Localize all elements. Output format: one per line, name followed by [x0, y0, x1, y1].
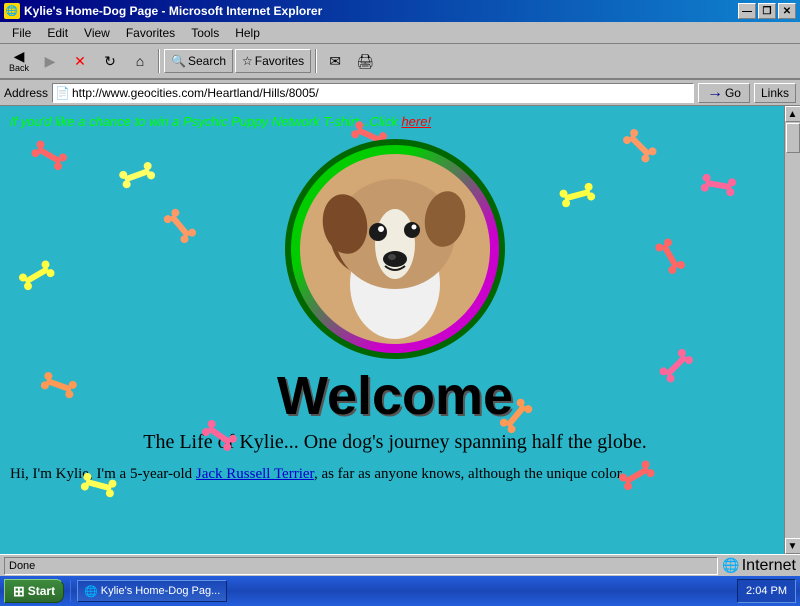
forward-icon: ▶: [45, 54, 56, 68]
title-bar: 🌐 Kylie's Home-Dog Page - Microsoft Inte…: [0, 0, 800, 22]
home-icon: ⌂: [136, 54, 144, 68]
address-input-wrap: 📄: [52, 83, 694, 103]
menu-edit[interactable]: Edit: [39, 24, 76, 42]
address-bar: Address 📄 → Go Links: [0, 80, 800, 106]
close-button[interactable]: ✕: [778, 3, 796, 19]
print-button[interactable]: 🖨: [351, 46, 379, 76]
taskbar-window-label: Kylie's Home-Dog Pag...: [101, 585, 220, 597]
menu-view[interactable]: View: [76, 24, 118, 42]
system-tray: 2:04 PM: [737, 579, 796, 603]
scroll-down-button[interactable]: ▼: [785, 538, 800, 554]
browser-content: ▲ ▼ If you'd like a chance to win a Psyc…: [0, 106, 800, 554]
top-banner: If you'd like a chance to win a Psychic …: [10, 114, 780, 129]
status-done: Done: [9, 560, 35, 572]
menu-help[interactable]: Help: [227, 24, 268, 42]
back-button[interactable]: ◀ Back: [4, 46, 34, 76]
menu-favorites[interactable]: Favorites: [118, 24, 183, 42]
stop-button[interactable]: ✕: [66, 46, 94, 76]
app-icon: 🌐: [4, 3, 20, 19]
menu-tools[interactable]: Tools: [183, 24, 227, 42]
windows-icon: ⊞: [13, 583, 25, 600]
search-icon: 🔍: [171, 54, 186, 68]
restore-button[interactable]: ❐: [758, 3, 776, 19]
dog-image: [300, 154, 490, 344]
status-text: Done: [4, 557, 718, 575]
go-arrow-icon: →: [707, 84, 723, 102]
toolbar: ◀ Back ▶ ✕ ↻ ⌂ 🔍 Search ☆ Favorites ✉ 🖨: [0, 44, 800, 80]
banner-link[interactable]: here!: [401, 114, 431, 129]
scroll-track[interactable]: [785, 122, 800, 538]
welcome-heading: Welcome: [10, 365, 780, 427]
search-label: Search: [188, 54, 226, 68]
zone-label: Internet: [742, 557, 796, 575]
refresh-icon: ↻: [104, 54, 116, 68]
sep-1: [158, 49, 160, 73]
stop-icon: ✕: [74, 54, 86, 68]
body-start: Hi, I'm Kylie, I'm a 5-year-old: [10, 466, 196, 482]
print-icon: 🖨: [356, 54, 374, 68]
home-button[interactable]: ⌂: [126, 46, 154, 76]
clock: 2:04 PM: [746, 585, 787, 597]
taskbar: ⊞ Start 🌐 Kylie's Home-Dog Pag... 2:04 P…: [0, 576, 800, 606]
search-button[interactable]: 🔍 Search: [164, 49, 233, 73]
page-icon: 📄: [55, 86, 70, 100]
go-button[interactable]: → Go: [698, 83, 750, 103]
internet-icon: 🌐: [722, 557, 739, 574]
mail-icon: ✉: [329, 54, 341, 68]
mail-button[interactable]: ✉: [321, 46, 349, 76]
taskbar-window-item[interactable]: 🌐 Kylie's Home-Dog Pag...: [77, 580, 227, 602]
address-input[interactable]: [72, 86, 691, 100]
sep-2: [315, 49, 317, 73]
dog-image-container: [10, 139, 780, 359]
taskbar-window-icon: 🌐: [84, 585, 98, 598]
menu-file[interactable]: File: [4, 24, 39, 42]
favorites-button[interactable]: ☆ Favorites: [235, 49, 311, 73]
window-title: Kylie's Home-Dog Page - Microsoft Intern…: [24, 4, 322, 18]
banner-text: If you'd like a chance to win a Psychic …: [10, 114, 401, 129]
taskbar-separator: [70, 580, 71, 602]
star-icon: ☆: [242, 54, 253, 68]
dog-circle: [285, 139, 505, 359]
menu-bar: File Edit View Favorites Tools Help: [0, 22, 800, 44]
address-label: Address: [4, 86, 48, 100]
page-content: If you'd like a chance to win a Psychic …: [0, 106, 800, 493]
minimize-button[interactable]: —: [738, 3, 756, 19]
back-label: Back: [9, 63, 29, 73]
jack-russell-link[interactable]: Jack Russell Terrier: [196, 466, 314, 482]
status-internet: 🌐 Internet: [722, 557, 796, 575]
links-button[interactable]: Links: [754, 83, 796, 103]
scroll-up-button[interactable]: ▲: [785, 106, 800, 122]
start-label: Start: [28, 584, 55, 598]
favorites-label: Favorites: [255, 54, 304, 68]
back-icon: ◀: [14, 49, 25, 63]
go-label: Go: [725, 86, 741, 100]
body-text: Hi, I'm Kylie, I'm a 5-year-old Jack Rus…: [10, 464, 780, 485]
body-end: , as far as anyone knows, although the u…: [314, 466, 622, 482]
scroll-thumb[interactable]: [786, 123, 800, 153]
scrollbar[interactable]: ▲ ▼: [784, 106, 800, 554]
forward-button[interactable]: ▶: [36, 46, 64, 76]
refresh-button[interactable]: ↻: [96, 46, 124, 76]
start-button[interactable]: ⊞ Start: [4, 579, 64, 603]
subtitle-text: The Life of Kylie... One dog's journey s…: [10, 431, 780, 454]
status-bar: Done 🌐 Internet: [0, 554, 800, 576]
